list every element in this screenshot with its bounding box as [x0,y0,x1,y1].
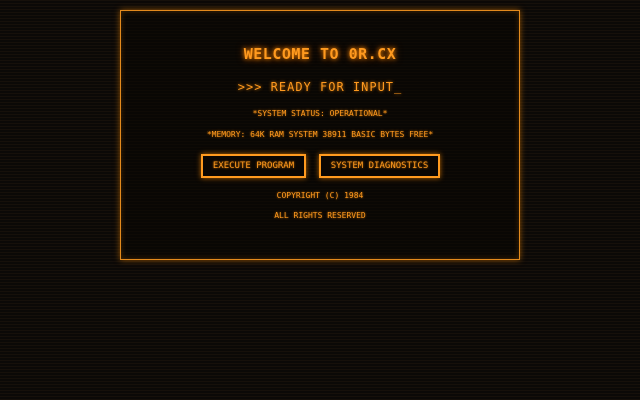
ready-prompt: >>> READY FOR INPUT_ [237,80,403,94]
memory-info-text: *MEMORY: 64K RAM SYSTEM 38911 BASIC BYTE… [206,130,434,139]
execute-program-button[interactable]: EXECUTE PROGRAM [201,154,306,178]
terminal-window: WELCOME TO 0R.CX >>> READY FOR INPUT_ *S… [120,10,520,260]
rights-reserved-text: ALL RIGHTS RESERVED [274,211,366,220]
system-diagnostics-button[interactable]: SYSTEM DIAGNOSTICS [319,154,440,178]
copyright-text: COPYRIGHT (C) 1984 [276,191,364,200]
system-status-text: *SYSTEM STATUS: OPERATIONAL* [252,109,388,118]
welcome-title: WELCOME TO 0R.CX [243,45,397,63]
